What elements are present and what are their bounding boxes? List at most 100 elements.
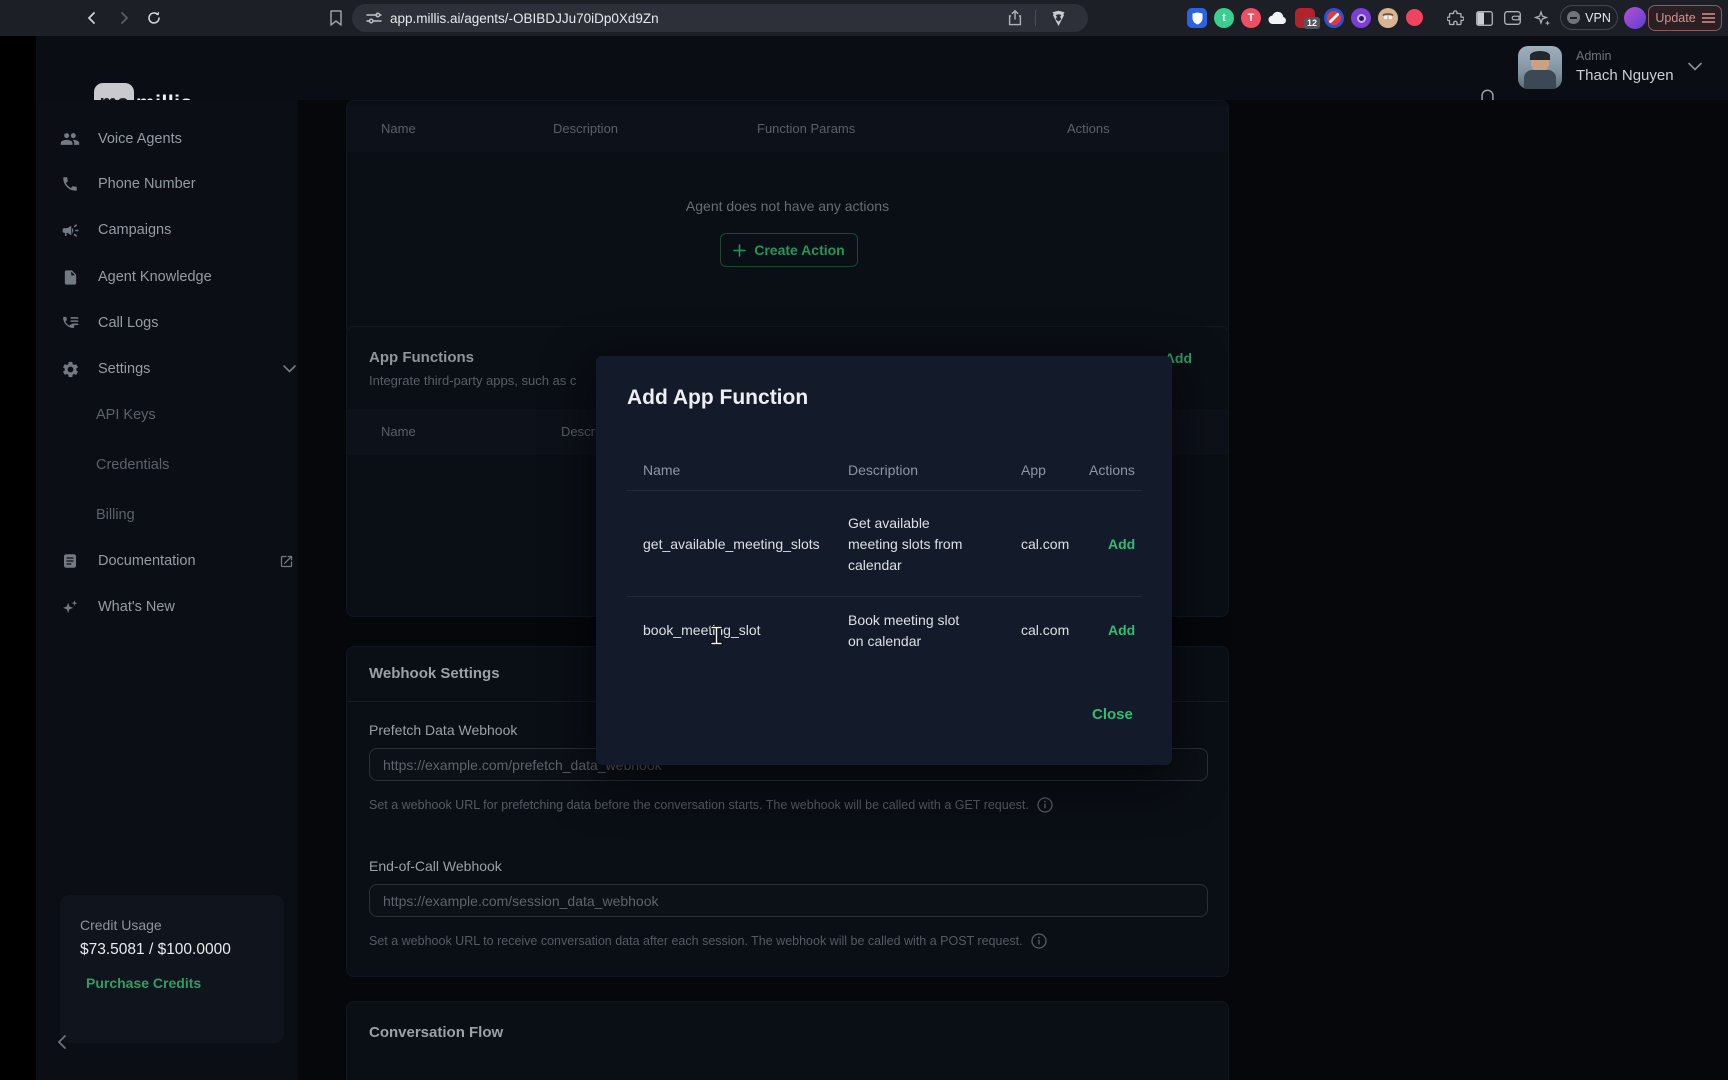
- sidebar-item-label: Credentials: [96, 457, 169, 473]
- leo-ai-sparkle-icon[interactable]: [1532, 8, 1552, 28]
- modal-column-header: Description: [848, 462, 918, 478]
- prefetch-webhook-help: Set a webhook URL for prefetching data b…: [369, 797, 1053, 813]
- empty-actions-text: Agent does not have any actions: [347, 198, 1228, 214]
- forward-icon[interactable]: [112, 6, 136, 30]
- function-name-cell: book_meeting_slot: [643, 622, 761, 638]
- agent-actions-card: Name Description Function Params Actions…: [346, 100, 1229, 336]
- sidebar-item-call-logs[interactable]: Call Logs: [60, 303, 290, 343]
- update-button[interactable]: Update: [1648, 5, 1722, 31]
- add-function-button[interactable]: Add: [1108, 536, 1135, 552]
- credit-usage-panel: Credit Usage $73.5081 / $100.0000 Purcha…: [60, 895, 284, 1043]
- sidebar-item-label: Agent Knowledge: [98, 269, 212, 285]
- vpn-button[interactable]: VPN: [1560, 5, 1618, 30]
- sidebar-item-label: Call Logs: [98, 315, 158, 331]
- webhook-settings-title: Webhook Settings: [369, 665, 500, 682]
- screen: app.millis.ai/agents/-OBIBDJJu70iDp0Xd9Z…: [0, 0, 1728, 1080]
- credit-usage-value: $73.5081 / $100.0000: [80, 941, 231, 959]
- green-t-extension-icon[interactable]: t: [1214, 8, 1234, 28]
- column-header: Name: [381, 424, 416, 439]
- column-header: Description: [553, 121, 618, 136]
- sidebar-item-label: What's New: [98, 599, 175, 615]
- sidebar-item-settings[interactable]: Settings: [60, 349, 290, 389]
- end-call-webhook-input[interactable]: [369, 884, 1208, 917]
- sidebar-item-label: API Keys: [96, 407, 156, 423]
- sidebar-item-whats-new[interactable]: What's New: [60, 587, 290, 627]
- back-icon[interactable]: [80, 6, 104, 30]
- browser-profile-avatar[interactable]: [1624, 7, 1646, 29]
- avatar-extension-icon[interactable]: [1378, 8, 1398, 28]
- create-action-label: Create Action: [754, 242, 845, 258]
- info-icon: [1037, 797, 1053, 813]
- modal-column-header: Name: [643, 462, 680, 478]
- info-icon: [1031, 933, 1047, 949]
- app-functions-title: App Functions: [369, 349, 474, 366]
- password-manager-extension-icon[interactable]: [1187, 8, 1207, 28]
- purple-ring-extension-icon[interactable]: [1351, 8, 1371, 28]
- user-menu-chevron-icon[interactable]: [1688, 62, 1702, 71]
- vpn-icon: [1567, 11, 1580, 24]
- share-icon[interactable]: [1008, 10, 1022, 26]
- sidebar-collapse-icon[interactable]: [56, 1034, 67, 1050]
- sidebar-item-label: Documentation: [98, 553, 196, 569]
- create-action-button[interactable]: Create Action: [720, 233, 858, 267]
- mouse-cursor-ibeam: [710, 626, 723, 645]
- modal-column-header: Actions: [1089, 462, 1135, 478]
- prefetch-help-text: Set a webhook URL for prefetching data b…: [369, 798, 1029, 812]
- sidebar-item-label: Voice Agents: [98, 131, 182, 147]
- external-link-icon: [279, 554, 294, 569]
- sidebar-item-voice-agents[interactable]: Voice Agents: [60, 119, 290, 159]
- sidebar-item-label: Settings: [98, 361, 150, 377]
- reload-icon[interactable]: [142, 6, 166, 30]
- end-call-help-text: Set a webhook URL to receive conversatio…: [369, 934, 1023, 948]
- menu-icon: [1702, 13, 1715, 23]
- url-text: app.millis.ai/agents/-OBIBDJJu70iDp0Xd9Z…: [390, 11, 659, 26]
- sidebar-item-documentation[interactable]: Documentation: [60, 541, 290, 581]
- extensions-puzzle-icon[interactable]: [1445, 8, 1465, 28]
- sidebar-item-credentials[interactable]: Credentials: [60, 445, 290, 485]
- column-header: Function Params: [757, 121, 855, 136]
- divider: [627, 490, 1142, 491]
- doc-list-icon: [60, 551, 80, 571]
- megaphone-icon: [60, 220, 80, 240]
- site-settings-icon[interactable]: [366, 11, 382, 25]
- sidebar-item-label: Phone Number: [98, 176, 196, 192]
- sidebar-panel-icon[interactable]: [1474, 8, 1494, 28]
- sparkles-icon: [60, 597, 80, 617]
- record-dot-extension-icon[interactable]: [1406, 9, 1423, 26]
- bookmark-icon[interactable]: [324, 6, 348, 30]
- sidebar-item-label: Campaigns: [98, 222, 171, 238]
- app-header: ms millis: [36, 36, 1728, 100]
- user-avatar[interactable]: [1518, 46, 1562, 89]
- sidebar-item-billing[interactable]: Billing: [60, 495, 290, 535]
- cloud-extension-icon[interactable]: [1268, 8, 1288, 28]
- brave-shield-icon[interactable]: [1051, 10, 1066, 27]
- settings-chevron-icon: [283, 365, 296, 373]
- purchase-credits-link[interactable]: Purchase Credits: [86, 975, 201, 991]
- column-header: Name: [381, 121, 416, 136]
- close-modal-button[interactable]: Close: [1092, 706, 1133, 723]
- sidebar-item-phone-number[interactable]: Phone Number: [60, 164, 290, 204]
- users-icon: [60, 129, 80, 149]
- badge-extension-icon[interactable]: 12: [1295, 8, 1315, 28]
- url-bar[interactable]: app.millis.ai/agents/-OBIBDJJu70iDp0Xd9Z…: [352, 4, 1088, 32]
- plus-icon: [733, 244, 746, 257]
- add-app-function-modal: Add App Function Name Description App Ac…: [596, 356, 1172, 765]
- add-function-button[interactable]: Add: [1108, 622, 1135, 638]
- gear-icon: [60, 359, 80, 379]
- actions-table-header-row: Name Description Function Params Actions: [347, 106, 1228, 152]
- red-t-extension-icon[interactable]: T: [1241, 8, 1261, 28]
- column-header: Actions: [1067, 121, 1110, 136]
- update-label: Update: [1655, 11, 1695, 25]
- modal-title: Add App Function: [627, 386, 808, 410]
- sidebar-item-agent-knowledge[interactable]: Agent Knowledge: [60, 257, 290, 297]
- function-description-cell: Get available meeting slots from calenda…: [848, 513, 976, 576]
- sidebar-item-api-keys[interactable]: API Keys: [60, 395, 290, 435]
- credit-usage-title: Credit Usage: [80, 917, 162, 933]
- end-call-webhook-help: Set a webhook URL to receive conversatio…: [369, 933, 1047, 949]
- sidebar-item-campaigns[interactable]: Campaigns: [60, 210, 290, 250]
- blocker-extension-icon[interactable]: [1324, 8, 1344, 28]
- wallet-icon[interactable]: [1502, 8, 1522, 28]
- divider: [627, 596, 1142, 597]
- sidebar-item-label: Billing: [96, 507, 135, 523]
- prefetch-webhook-label: Prefetch Data Webhook: [369, 722, 517, 738]
